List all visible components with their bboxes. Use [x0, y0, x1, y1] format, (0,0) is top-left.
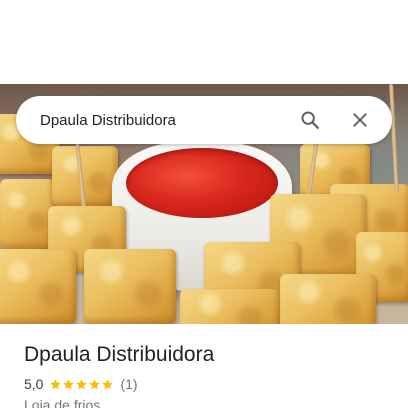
rating-value: 5,0 [24, 376, 44, 392]
photo-cube [0, 179, 54, 249]
star-icon [102, 378, 114, 389]
photo-cube [0, 249, 76, 324]
rating-stars [49, 378, 114, 391]
photo-cube [84, 249, 176, 324]
search-box[interactable] [16, 96, 392, 144]
star-icon [63, 378, 75, 389]
star-icon [89, 378, 101, 389]
place-category[interactable]: Loja de frios [24, 396, 100, 408]
rating-row[interactable]: 5,0 (1) [24, 375, 138, 393]
photo-stick [389, 84, 399, 195]
clear-search-button[interactable] [342, 102, 378, 138]
search-input[interactable] [40, 108, 278, 132]
photo-sauce [126, 148, 278, 218]
close-icon [353, 113, 367, 127]
search-icon [301, 111, 319, 129]
photo-cube [52, 146, 118, 206]
search-button[interactable] [292, 102, 328, 138]
place-title: Dpaula Distribuidora [24, 343, 215, 366]
maps-place-panel: Dpaula Distribuidora 5,0 (1) Loja de fri… [0, 0, 408, 408]
star-icon [50, 378, 62, 389]
review-count[interactable]: (1) [120, 376, 137, 392]
photo-cube [280, 274, 376, 324]
photo-cube [180, 289, 280, 324]
star-icon [76, 378, 88, 389]
